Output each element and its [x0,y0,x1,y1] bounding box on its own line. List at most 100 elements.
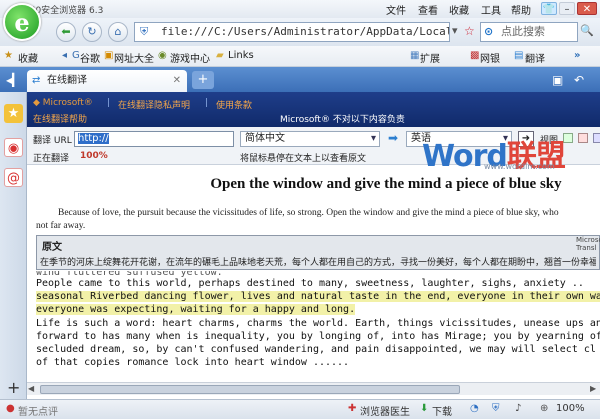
no-comments-text[interactable]: 暂无点评 [18,403,58,418]
translate-button[interactable]: 翻译 [525,50,545,65]
skin-icon[interactable]: 👕 [541,2,557,15]
comment-icon: ● [6,403,15,414]
bookmark-site-directory[interactable]: 网址大全 [114,50,154,65]
privacy-link[interactable]: 在线翻译隐私声明 [118,98,190,111]
progress-text: 100% [80,151,108,161]
source-language-select[interactable]: 简体中文 ▾ [240,131,380,147]
menu-help[interactable]: 帮助 [511,2,531,17]
browser-logo-icon[interactable]: e [3,3,41,41]
extensions-button[interactable]: 扩展 [420,50,440,65]
paragraph-line: forward to has many when is inequality, … [36,331,600,342]
extension-icon: ▦ [410,50,420,61]
scrollbar-thumb[interactable] [40,385,460,394]
tab-title: 在线翻译 [47,75,87,86]
paragraph-line: not far away. [36,221,86,231]
favorites-button[interactable]: 收藏 [18,50,38,65]
divider: | [107,98,111,108]
bullet-icon: ◆ [33,98,43,108]
address-bar[interactable]: ⛨ file:///C:/Users/Administrator/AppData… [134,22,450,42]
site-icon: ▣ [104,50,114,61]
menu-file[interactable]: 文件 [386,2,406,17]
search-placeholder: 点此搜索 [501,25,545,38]
email-icon[interactable]: @ [4,168,23,187]
url-input[interactable]: http:// [74,131,234,147]
bookmark-links[interactable]: Links [228,50,254,61]
undo-close-icon[interactable]: ↶ [574,73,584,87]
url-label: 翻译 URL [33,136,72,146]
address-dropdown-icon[interactable]: ▾ [452,24,458,37]
zoom-level[interactable]: 100% [556,403,585,414]
menu-favorites[interactable]: 收藏 [449,2,469,17]
bookmark-back-icon[interactable]: ◂ [62,50,67,61]
translate-icon: ▤ [514,50,524,61]
help-link[interactable]: 在线翻译帮助 [33,112,87,125]
highlighted-line: everyone was expecting, waiting for a ha… [36,304,356,315]
highlighted-line: seasonal Riverbed dancing flower, lives … [36,291,600,302]
back-button[interactable]: ⬅ [56,22,76,42]
folder-icon: ▰ [216,50,224,61]
search-engine-icon: ⊙ [484,25,494,38]
chevron-down-icon: ▾ [370,133,376,144]
shield-status-icon[interactable]: ⛨ [492,403,500,414]
shield-icon: ⛨ [140,25,149,38]
more-icon[interactable]: » [574,50,580,61]
divider: | [205,98,209,108]
new-tab-button[interactable]: + [192,71,214,89]
terms-link[interactable]: 使用条款 [216,98,252,111]
hover-hint: 将鼠标悬停在文本上以查看原文 [240,154,367,164]
disclaimer-text: Microsoft® 不对以下内容负责 [280,115,405,125]
translate-tab-icon: ⇄ [32,75,41,86]
bookmark-game-center[interactable]: 游戏中心 [170,50,210,65]
paragraph-line: Because of love, the pursuit because the… [58,208,559,218]
doctor-icon: ✚ [348,403,357,414]
paragraph-line: secluded dream, so, by can't confused wa… [36,344,596,355]
refresh-button[interactable]: ↻ [82,22,102,42]
popup-brand-line2: Transl [576,244,597,252]
home-button[interactable]: ⌂ [108,22,128,42]
source-language-value: 简体中文 [245,133,285,144]
menu-tools[interactable]: 工具 [481,2,501,17]
download-button[interactable]: 下载 [432,403,452,418]
watermark-url: www.wordlm.com [484,162,555,171]
favorites-sidebar-icon[interactable]: ★ [4,104,23,123]
status-bar [0,399,600,419]
tab-list-icon[interactable]: ▣ [552,73,563,87]
view-original-icon[interactable] [593,133,600,143]
microsoft-brand: ◆ Microsoft® [33,98,93,108]
favorites-star-icon: ★ [4,50,13,61]
tab-close-icon[interactable]: ✕ [173,70,181,91]
star-icon[interactable]: ☆ [464,24,475,38]
sidebar-toggle-icon[interactable]: ◂▎ [6,73,21,87]
minimize-button[interactable]: – [559,2,575,15]
scroll-left-icon[interactable]: ◀ [28,384,34,393]
close-button[interactable]: ✕ [577,2,597,15]
url-value: http:// [78,133,109,144]
popup-title: 原文 [42,242,62,253]
paragraph-line: Life is such a word: heart charms, charm… [36,318,600,329]
sidebar-add-icon[interactable]: + [7,378,20,397]
search-button-icon[interactable]: 🔍 [580,24,594,37]
sound-icon[interactable]: ♪ [515,403,521,414]
scroll-right-icon[interactable]: ▶ [590,384,596,393]
popup-original-text: 在季节的河床上绽舞花开花谢，在流年的碾毛上品味地老天荒，每个人都在用自己的方式，… [40,258,596,268]
view-top-bottom-icon[interactable] [578,133,588,143]
bookmark-google[interactable]: 谷歌 [80,50,100,65]
online-bank-button[interactable]: 网银 [480,50,500,65]
menu-view[interactable]: 查看 [418,2,438,17]
game-icon: ◉ [158,50,167,61]
status-label: 正在翻译 [33,154,70,164]
brand-text: Microsoft® [42,98,93,108]
paragraph-line: of that copies romance lock into heart w… [36,357,350,368]
paragraph-line: People came to this world, perhaps desti… [36,278,584,289]
browser-doctor-button[interactable]: 浏览器医生 [360,403,410,418]
search-input[interactable]: ⊙ 点此搜索 [480,22,578,42]
speed-icon[interactable]: ◔ [470,403,479,414]
zoom-icon[interactable]: ⊕ [540,403,548,414]
bank-icon: ▩ [470,50,480,61]
google-g-icon: G [72,50,80,61]
tab-online-translation[interactable]: ⇄ 在线翻译 ✕ [27,70,187,92]
arrow-right-icon: ➡ [388,131,399,145]
popup-brand: Microsoft [576,236,600,244]
weibo-icon[interactable]: ◉ [4,138,23,157]
download-icon: ⬇ [420,403,429,414]
